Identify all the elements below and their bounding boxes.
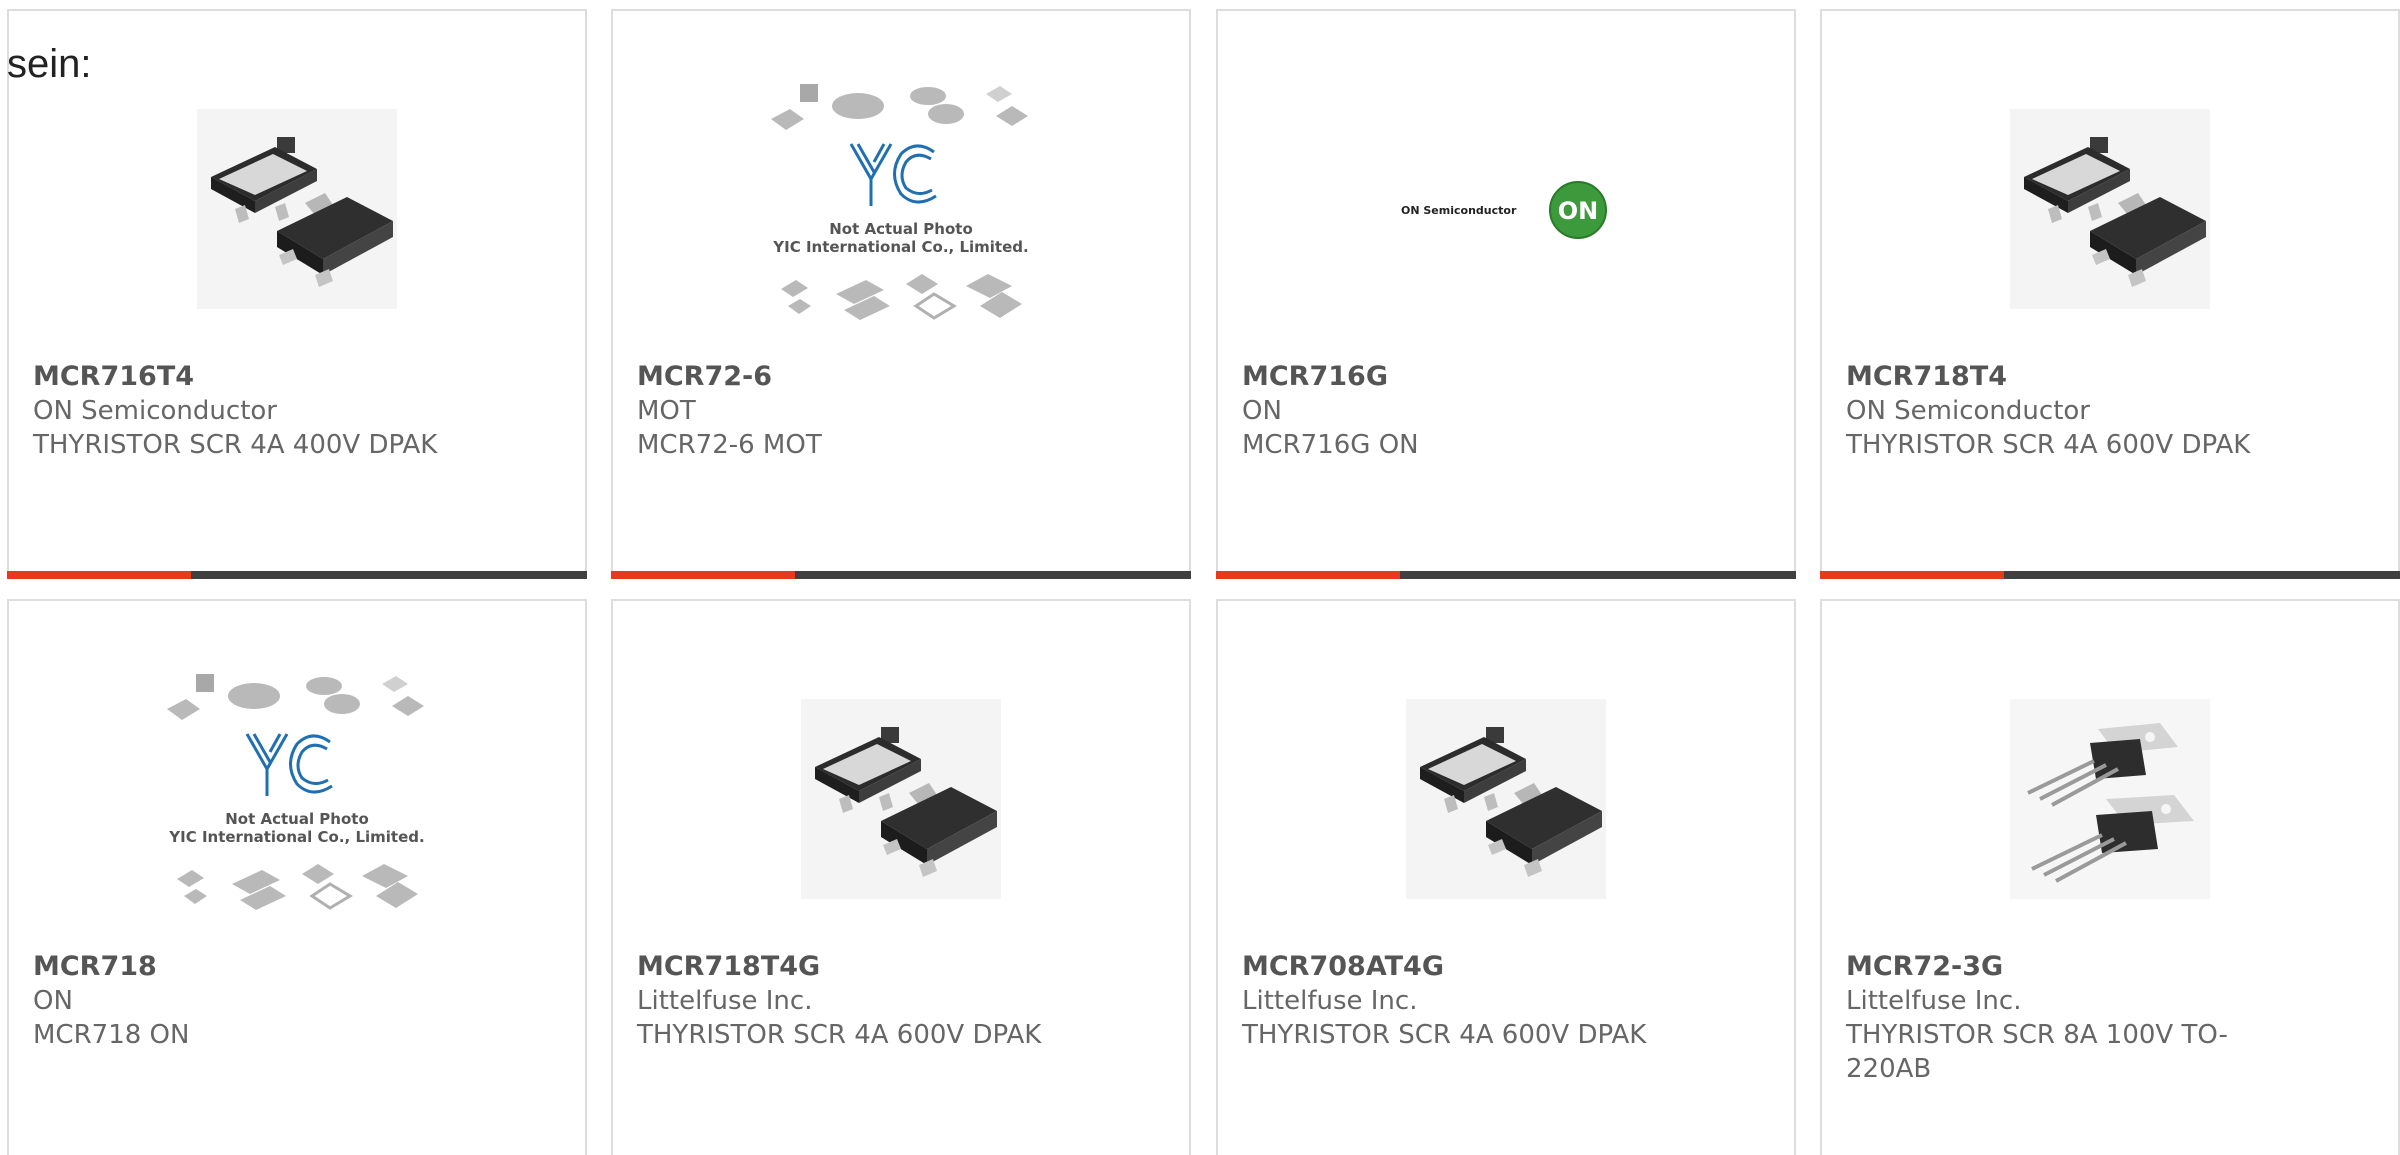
product-grid-page: sein: MCR716T4 ON Semiconductor THYRISTO…: [0, 0, 2400, 1155]
dpak-package-icon: [197, 109, 397, 309]
description: MCR718 ON: [33, 1020, 190, 1050]
product-card[interactable]: MCR708AT4G Littelfuse Inc. THYRISTOR SCR…: [1216, 599, 1796, 1155]
product-image: [613, 659, 1189, 939]
manufacturer: ON: [1242, 396, 1282, 426]
part-number[interactable]: MCR718: [33, 950, 561, 984]
product-image: [1218, 659, 1794, 939]
product-info: MCR718T4 ON Semiconductor THYRISTOR SCR …: [1846, 360, 2374, 462]
on-mark: ON: [1558, 197, 1599, 225]
product-image: Not Actual Photo YIC International Co., …: [613, 69, 1189, 349]
dpak-package-icon: [1406, 699, 1606, 899]
placeholder-line1: Not Actual Photo: [829, 220, 973, 238]
card-bottom-bar: [611, 571, 1191, 579]
description: MCR72-6 MOT: [637, 430, 822, 460]
description: THYRISTOR SCR 4A 600V DPAK: [1846, 430, 2251, 460]
dpak-package-icon: [801, 699, 1001, 899]
manufacturer: Littelfuse Inc.: [1242, 986, 1418, 1016]
product-info: MCR708AT4G Littelfuse Inc. THYRISTOR SCR…: [1242, 950, 1770, 1052]
description: THYRISTOR SCR 4A 400V DPAK: [33, 430, 438, 460]
description: THYRISTOR SCR 4A 600V DPAK: [1242, 1020, 1647, 1050]
product-info: MCR72-6 MOT MCR72-6 MOT: [637, 360, 1165, 462]
manufacturer: Littelfuse Inc.: [637, 986, 813, 1016]
product-info: MCR718T4G Littelfuse Inc. THYRISTOR SCR …: [637, 950, 1165, 1052]
placeholder-line1: Not Actual Photo: [225, 810, 369, 828]
description: THYRISTOR SCR 4A 600V DPAK: [637, 1020, 1042, 1050]
lead-text: sein:: [7, 42, 92, 86]
manufacturer: ON: [33, 986, 73, 1016]
yic-placeholder-image: Not Actual Photo YIC International Co., …: [167, 674, 425, 910]
product-image: Not Actual Photo YIC International Co., …: [9, 659, 585, 939]
manufacturer: MOT: [637, 396, 696, 426]
description: MCR716G ON: [1242, 430, 1419, 460]
product-info: MCR718 ON MCR718 ON: [33, 950, 561, 1052]
part-number[interactable]: MCR72-3G: [1846, 950, 2374, 984]
product-info: MCR716G ON MCR716G ON: [1242, 360, 1770, 462]
part-number[interactable]: MCR72-6: [637, 360, 1165, 394]
on-wordmark: ON Semiconductor: [1401, 204, 1517, 217]
manufacturer: ON Semiconductor: [1846, 396, 2090, 426]
to220-package-icon: [2010, 699, 2210, 899]
product-info: MCR716T4 ON Semiconductor THYRISTOR SCR …: [33, 360, 561, 462]
product-card[interactable]: MCR72-3G Littelfuse Inc. THYRISTOR SCR 8…: [1820, 599, 2400, 1155]
part-number[interactable]: MCR716G: [1242, 360, 1770, 394]
placeholder-line2: YIC International Co., Limited.: [772, 238, 1028, 256]
part-number[interactable]: MCR708AT4G: [1242, 950, 1770, 984]
product-card[interactable]: MCR718T4 ON Semiconductor THYRISTOR SCR …: [1820, 9, 2400, 579]
product-image: [9, 69, 585, 349]
card-bottom-bar: [1216, 571, 1796, 579]
product-card[interactable]: Not Actual Photo YIC International Co., …: [611, 9, 1191, 579]
product-card[interactable]: MCR718T4G Littelfuse Inc. THYRISTOR SCR …: [611, 599, 1191, 1155]
product-image: [1822, 659, 2398, 939]
description: THYRISTOR SCR 8A 100V TO-220AB: [1846, 1020, 2228, 1084]
yic-placeholder-image: Not Actual Photo YIC International Co., …: [771, 84, 1029, 320]
placeholder-line2: YIC International Co., Limited.: [168, 828, 424, 846]
product-info: MCR72-3G Littelfuse Inc. THYRISTOR SCR 8…: [1846, 950, 2374, 1086]
manufacturer: ON Semiconductor: [33, 396, 277, 426]
dpak-package-icon: [2010, 109, 2210, 309]
product-card[interactable]: MCR716T4 ON Semiconductor THYRISTOR SCR …: [7, 9, 587, 579]
card-bottom-bar: [7, 571, 587, 579]
card-bottom-bar: [1820, 571, 2400, 579]
manufacturer: Littelfuse Inc.: [1846, 986, 2022, 1016]
part-number[interactable]: MCR718T4G: [637, 950, 1165, 984]
product-card[interactable]: Not Actual Photo YIC International Co., …: [7, 599, 587, 1155]
part-number[interactable]: MCR716T4: [33, 360, 561, 394]
on-semiconductor-logo: ON Semiconductor ON: [1401, 181, 1607, 239]
product-card[interactable]: ON Semiconductor ON MCR716G ON MCR716G O…: [1216, 9, 1796, 579]
product-image: ON Semiconductor ON: [1218, 69, 1794, 349]
product-image: [1822, 69, 2398, 349]
part-number[interactable]: MCR718T4: [1846, 360, 2374, 394]
